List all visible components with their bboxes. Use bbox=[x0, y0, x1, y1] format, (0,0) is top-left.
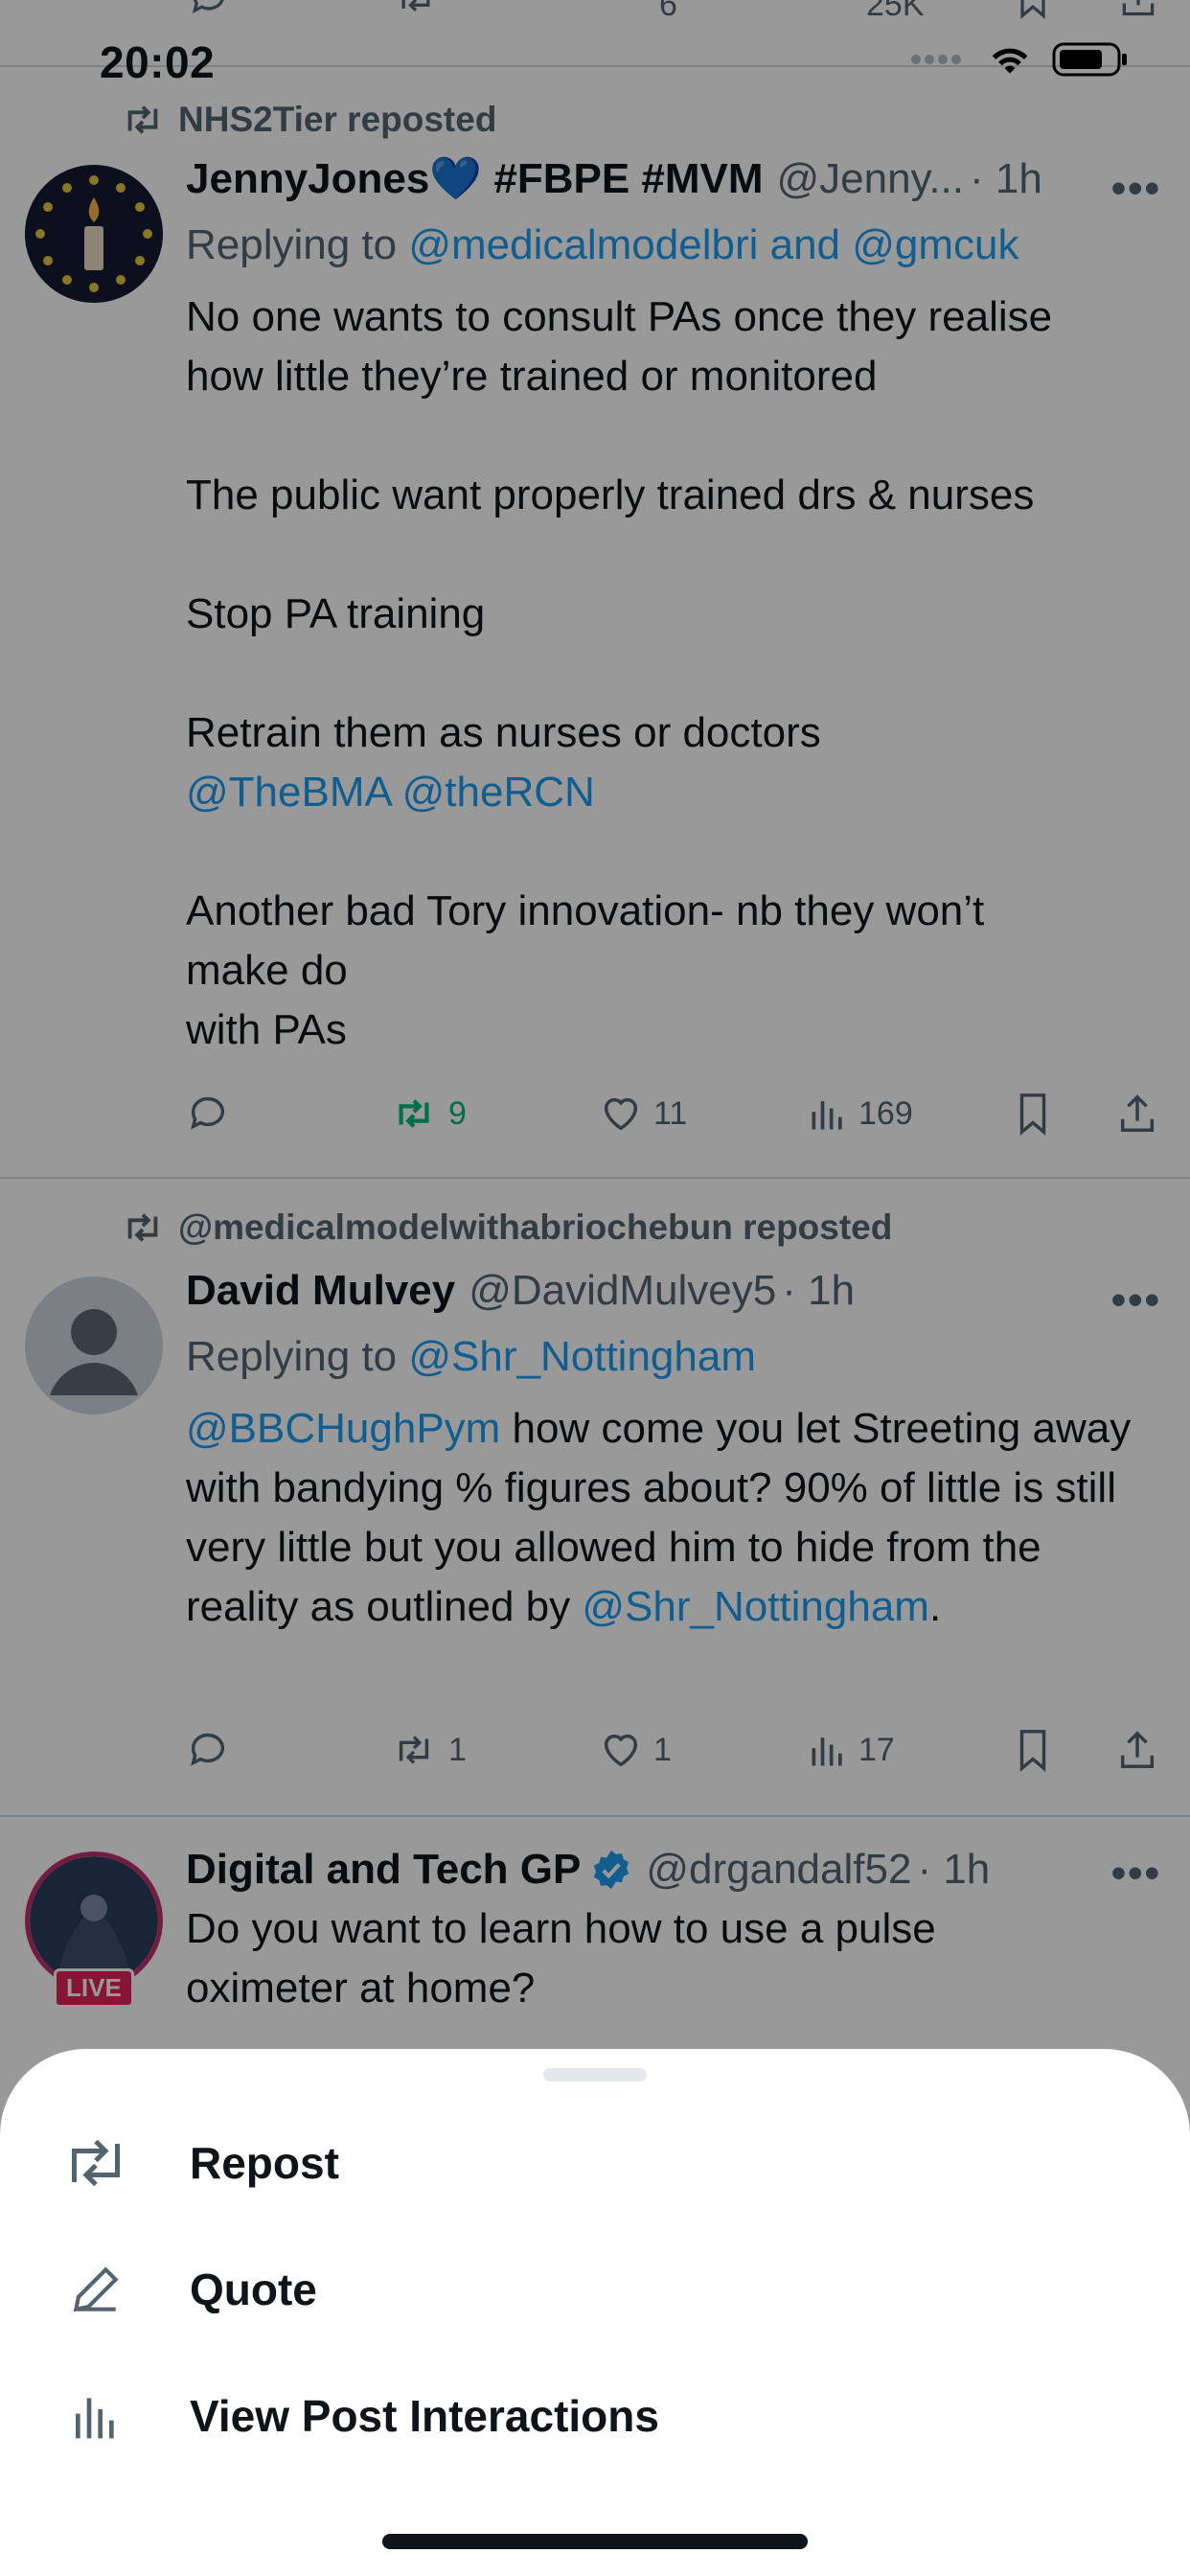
sheet-item-quote[interactable]: Quote bbox=[57, 2237, 1131, 2342]
sheet-item-view-interactions[interactable]: View Post Interactions bbox=[57, 2363, 1131, 2469]
home-indicator[interactable] bbox=[382, 2534, 808, 2549]
repost-icon bbox=[72, 2139, 120, 2187]
sheet-item-label: Quote bbox=[190, 2265, 317, 2314]
repost-action-sheet: Repost Quote View Post Interactions bbox=[0, 2049, 1190, 2576]
bar-chart-icon bbox=[76, 2398, 114, 2439]
pencil-icon bbox=[73, 2266, 119, 2312]
sheet-grabber[interactable] bbox=[543, 2068, 647, 2082]
sheet-item-label: View Post Interactions bbox=[190, 2391, 659, 2441]
sheet-item-label: Repost bbox=[190, 2138, 339, 2188]
sheet-item-repost[interactable]: Repost bbox=[57, 2110, 1131, 2216]
